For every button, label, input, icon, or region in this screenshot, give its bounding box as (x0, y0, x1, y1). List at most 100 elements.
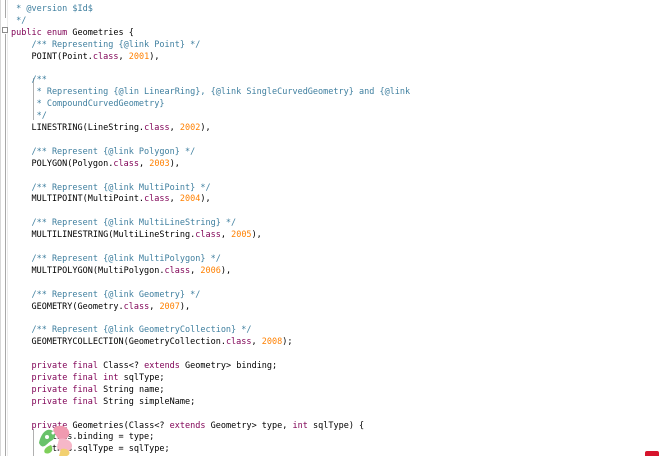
code-token: class (144, 194, 170, 205)
code-line[interactable]: * @version $Id$ (11, 3, 93, 15)
code-line[interactable]: private final String name; (11, 384, 165, 396)
code-token: class (113, 158, 139, 169)
code-token: private final (31, 396, 104, 407)
code-token: 2002 (179, 123, 201, 133)
code-token: 2004 (179, 194, 201, 205)
code-token: , (169, 123, 180, 133)
code-token: ), (169, 158, 180, 169)
code-token: LINESTRING(LineString. (11, 123, 145, 133)
code-token: /** Representing {@link Point} */ (11, 39, 201, 50)
code-token: Geometry> type, (210, 420, 293, 431)
fold-guide (5, 34, 6, 456)
fold-toggle-icon[interactable] (2, 27, 8, 33)
code-token: GEOMETRYCOLLECTION(GeometryCollection. (11, 337, 226, 348)
code-token: MULTIPOLYGON(MultiPolygon. (11, 265, 165, 276)
code-token: 2008 (261, 337, 283, 348)
code-token: /** (11, 75, 47, 86)
code-line[interactable]: * Representing {@lin LinearRing}, {@link… (11, 86, 411, 98)
code-line[interactable]: /** Represent {@link MultiPoint} */ (11, 182, 211, 194)
code-token: * CompoundCurvedGeometry} (11, 99, 165, 110)
code-line[interactable]: GEOMETRY(Geometry.class, 2007), (11, 301, 190, 313)
overlay-blob-icon (39, 425, 73, 456)
code-token: class (144, 123, 170, 133)
code-token: , (149, 301, 160, 312)
code-line[interactable]: private final Class<? extends Geometry> … (11, 360, 277, 372)
code-line[interactable]: MULTILINESTRING(MultiLineString.class, 2… (11, 229, 262, 241)
fold-guide (5, 0, 6, 18)
code-token: 2007 (159, 301, 180, 312)
code-token: sqlType) { (313, 420, 365, 431)
code-token: sqlType; (123, 372, 165, 383)
code-line[interactable]: /** Represent {@link Geometry} */ (11, 289, 200, 301)
code-token: POINT(Point. (11, 51, 93, 62)
code-token: /** Represent {@link Polygon} */ (11, 146, 196, 157)
code-line[interactable]: MULTIPOINT(MultiPoint.class, 2004), (11, 193, 211, 205)
code-token: * Representing {@lin LinearRing}, {@link… (11, 87, 411, 98)
code-token: , (190, 265, 201, 276)
code-token: MULTIPOINT(MultiPoint. (11, 194, 145, 205)
code-token: , (118, 51, 129, 62)
code-token: , (251, 337, 262, 348)
code-token: private final (31, 361, 104, 371)
code-line[interactable]: public enum Geometries { (11, 27, 134, 39)
code-line[interactable]: */ (11, 15, 26, 27)
code-line[interactable]: POINT(Point.class, 2001), (11, 51, 159, 63)
code-token: class (195, 230, 221, 241)
code-token: /** Represent {@link MultiPoint} */ (11, 182, 211, 193)
fold-gutter (1, 0, 8, 456)
code-token: String name; (103, 384, 165, 395)
code-line[interactable]: */ (11, 110, 47, 122)
code-token: /** Represent {@link Geometry} */ (11, 289, 201, 300)
code-token: class (92, 51, 119, 62)
code-token: public enum (11, 27, 73, 38)
code-line[interactable]: private final String simpleName; (11, 396, 195, 408)
code-token: * @version $Id$ (11, 4, 93, 14)
code-token: 2001 (128, 51, 150, 62)
code-token: /** Represent {@link MultiPolygon} */ (11, 253, 221, 264)
code-token: extends (169, 420, 211, 431)
code-line[interactable]: /** Representing {@link Point} */ (11, 39, 200, 51)
code-line[interactable]: /** Represent {@link Polygon} */ (11, 146, 195, 158)
code-token: ), (251, 230, 262, 241)
code-line[interactable]: /** Represent {@link MultiLineString} */ (11, 217, 236, 229)
code-token: ), (200, 123, 211, 133)
code-token: Geometries { (72, 27, 134, 38)
code-token: /** Represent {@link GeometryCollection}… (11, 325, 252, 336)
code-editor[interactable]: * @version $Id$ */public enum Geometries… (0, 0, 671, 456)
code-token: class (225, 337, 252, 348)
code-token: class (123, 301, 150, 312)
code-token: String simpleName; (103, 396, 196, 407)
code-token: ), (179, 301, 191, 312)
code-token: Class<? (103, 361, 145, 371)
code-token: class (164, 265, 191, 276)
code-token: 2005 (231, 230, 252, 241)
code-line[interactable]: /** Represent {@link GeometryCollection}… (11, 324, 252, 336)
code-token: 2006 (200, 265, 221, 276)
code-line[interactable]: /** Represent {@link MultiPolygon} */ (11, 253, 221, 265)
code-token: int (292, 420, 313, 431)
code-token: POLYGON(Polygon. (11, 158, 114, 169)
code-line[interactable]: MULTIPOLYGON(MultiPolygon.class, 2006), (11, 265, 231, 277)
code-token: ); (282, 337, 293, 348)
code-line[interactable]: GEOMETRYCOLLECTION(GeometryCollection.cl… (11, 336, 293, 348)
code-line[interactable]: * CompoundCurvedGeometry} (11, 98, 165, 110)
code-line[interactable]: /** (11, 74, 47, 86)
code-token: extends (144, 361, 186, 371)
code-token: 2003 (149, 158, 170, 169)
code-token: ), (200, 194, 211, 205)
code-token: GEOMETRY(Geometry. (11, 301, 124, 312)
code-line[interactable]: POLYGON(Polygon.class, 2003), (11, 158, 180, 170)
code-line[interactable]: private final int sqlType; (11, 372, 165, 384)
code-token: ), (149, 51, 160, 62)
code-token: MULTILINESTRING(MultiLineString. (11, 230, 196, 241)
code-token: /** Represent {@link MultiLineString} */ (11, 218, 237, 229)
corner-badge (645, 451, 659, 456)
code-token: private final int (31, 372, 124, 383)
code-token: */ (11, 111, 47, 122)
code-token: */ (11, 15, 27, 26)
code-line[interactable]: LINESTRING(LineString.class, 2002), (11, 122, 211, 134)
code-token: Geometry> binding; (185, 361, 278, 371)
